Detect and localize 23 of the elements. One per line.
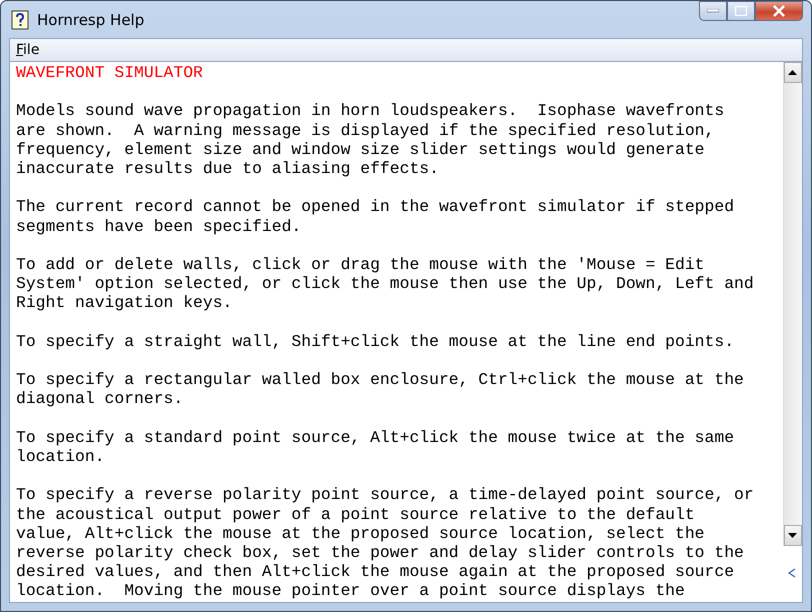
maximize-icon [735,6,747,16]
help-paragraph: To specify a straight wall, Shift+click the mouse at the line end points. [16,332,736,351]
minimize-icon [707,9,719,13]
window-title: Hornresp Help [37,10,144,28]
help-paragraph: To add or delete walls, click or drag the mouse with the 'Mouse = Edit System' option selected, or click the mouse then use the Up, Down, Left and Right navigation keys. [16,254,755,313]
help-heading: WAVEFRONT SIMULATOR [16,63,204,82]
help-paragraph: To specify a reverse polarity point source, a time-delayed point source, or the acoustical output power of a point source relative to the default value, Alt+click the mouse at the proposed source location, select the reverse polarity check box, set the power and delay slider controls to the desired values, and then Alt+click the mouse again at the proposed source location. Moving the mouse pointer over a point source displays the [16,485,755,601]
close-button[interactable] [755,1,803,21]
help-icon [11,10,29,30]
help-paragraph: To specify a rectangular walled box enclosure, Ctrl+click the mouse at the diagonal corners. [16,370,745,409]
scroll-up-button[interactable] [784,62,802,83]
scroll-down-button[interactable] [784,525,802,546]
maximize-button[interactable] [727,1,755,21]
help-paragraph: Models sound wave propagation in horn loudspeakers. Isophase wavefronts are shown. A warning message is displayed if the specified resolution, frequency, element size and window size slider settings would generate inaccurate results due to aliasing effects. [16,101,726,178]
help-paragraph: To specify a standard point source, Alt+click the mouse twice at the same location. [16,428,736,466]
chevron-icon [788,568,796,578]
close-icon [772,5,786,17]
help-paragraph: The current record cannot be opened in the wavefront simulator if stepped segments have been specified. [16,197,736,236]
menu-item[interactable]: File [16,42,40,58]
scrollbar[interactable] [782,62,802,546]
up-arrow-icon [788,70,797,75]
minimize-button[interactable] [699,1,727,21]
down-arrow-icon [788,533,797,538]
